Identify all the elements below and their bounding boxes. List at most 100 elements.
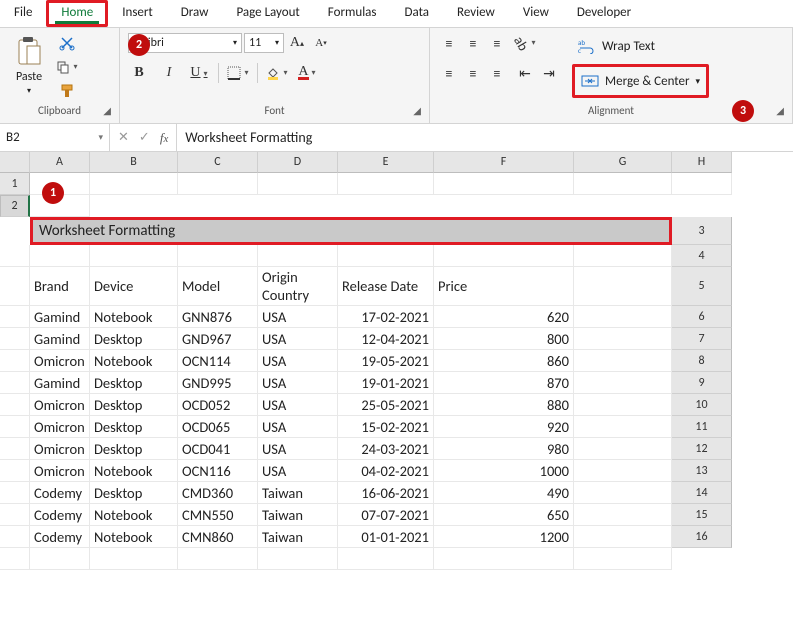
- cell[interactable]: Notebook: [90, 306, 178, 328]
- cell[interactable]: USA: [258, 460, 338, 482]
- cell[interactable]: [258, 245, 338, 267]
- cell[interactable]: OCN116: [178, 460, 258, 482]
- cell[interactable]: [0, 548, 30, 570]
- cell[interactable]: [90, 173, 178, 195]
- cell[interactable]: [574, 173, 672, 195]
- cell[interactable]: 620: [434, 306, 574, 328]
- cell[interactable]: [90, 548, 178, 570]
- cell[interactable]: [0, 328, 30, 350]
- cell[interactable]: 490: [434, 482, 574, 504]
- align-bottom-button[interactable]: ≡: [486, 32, 508, 54]
- cell[interactable]: 870: [434, 372, 574, 394]
- cell[interactable]: Release Date: [338, 267, 434, 306]
- decrease-indent-button[interactable]: ⇤: [514, 62, 536, 84]
- cell[interactable]: Taiwan: [258, 482, 338, 504]
- cell[interactable]: Taiwan: [258, 504, 338, 526]
- cell[interactable]: [0, 372, 30, 394]
- row-header-5[interactable]: 5: [672, 267, 732, 306]
- cell[interactable]: [338, 245, 434, 267]
- cell[interactable]: Notebook: [90, 504, 178, 526]
- cell[interactable]: USA: [258, 306, 338, 328]
- col-header-A[interactable]: A: [30, 152, 90, 173]
- cell[interactable]: [672, 173, 732, 195]
- title-merged-cell[interactable]: Worksheet Formatting: [30, 217, 672, 245]
- cell[interactable]: [30, 245, 90, 267]
- cell[interactable]: Notebook: [90, 460, 178, 482]
- cell[interactable]: [574, 245, 672, 267]
- cell[interactable]: 07-07-2021: [338, 504, 434, 526]
- cell[interactable]: [434, 173, 574, 195]
- formula-input[interactable]: Worksheet Formatting: [177, 124, 793, 151]
- cell[interactable]: Codemy: [30, 526, 90, 548]
- cell[interactable]: Gamind: [30, 372, 90, 394]
- row-header-13[interactable]: 13: [672, 460, 732, 482]
- cell[interactable]: 880: [434, 394, 574, 416]
- cell[interactable]: 24-03-2021: [338, 438, 434, 460]
- cell[interactable]: Codemy: [30, 482, 90, 504]
- tab-page-layout[interactable]: Page Layout: [222, 0, 313, 27]
- cell[interactable]: [574, 460, 672, 482]
- col-header-B[interactable]: B: [90, 152, 178, 173]
- cell[interactable]: [574, 416, 672, 438]
- cell[interactable]: CMD360: [178, 482, 258, 504]
- cell[interactable]: 15-02-2021: [338, 416, 434, 438]
- cell[interactable]: Desktop: [90, 372, 178, 394]
- cell[interactable]: [574, 328, 672, 350]
- cell[interactable]: USA: [258, 350, 338, 372]
- cell[interactable]: Brand: [30, 267, 90, 306]
- wrap-text-button[interactable]: abc Wrap Text: [572, 32, 709, 60]
- cell[interactable]: Notebook: [90, 350, 178, 372]
- select-all-corner[interactable]: [0, 152, 30, 173]
- cell[interactable]: [0, 245, 30, 267]
- cell[interactable]: [258, 548, 338, 570]
- cell[interactable]: Omicron: [30, 416, 90, 438]
- copy-button[interactable]: [56, 56, 78, 78]
- col-header-G[interactable]: G: [574, 152, 672, 173]
- tab-home[interactable]: Home: [46, 0, 108, 27]
- cell[interactable]: [434, 245, 574, 267]
- cell[interactable]: 04-02-2021: [338, 460, 434, 482]
- tab-developer[interactable]: Developer: [563, 0, 645, 27]
- cell[interactable]: [258, 173, 338, 195]
- cell[interactable]: [574, 482, 672, 504]
- col-header-H[interactable]: H: [672, 152, 732, 173]
- cell[interactable]: [0, 438, 30, 460]
- col-header-C[interactable]: C: [178, 152, 258, 173]
- font-size-select[interactable]: 11▾: [244, 33, 284, 53]
- dialog-launcher-icon[interactable]: ◢: [413, 104, 421, 117]
- row-header-4[interactable]: 4: [672, 245, 732, 267]
- bold-button[interactable]: B: [128, 62, 150, 84]
- cell[interactable]: OCD052: [178, 394, 258, 416]
- row-header-3[interactable]: 3: [672, 217, 732, 245]
- cell[interactable]: Origin Country: [258, 267, 338, 306]
- cell[interactable]: Model: [178, 267, 258, 306]
- cell[interactable]: [0, 504, 30, 526]
- cell[interactable]: [0, 394, 30, 416]
- col-header-F[interactable]: F: [434, 152, 574, 173]
- cell[interactable]: 19-05-2021: [338, 350, 434, 372]
- tab-data[interactable]: Data: [391, 0, 444, 27]
- cell[interactable]: [0, 350, 30, 372]
- col-header-D[interactable]: D: [258, 152, 338, 173]
- fx-icon[interactable]: fx: [160, 130, 168, 146]
- cell[interactable]: 19-01-2021: [338, 372, 434, 394]
- cell[interactable]: [178, 245, 258, 267]
- cell[interactable]: GND995: [178, 372, 258, 394]
- fill-color-button[interactable]: [266, 62, 288, 84]
- col-header-E[interactable]: E: [338, 152, 434, 173]
- font-color-button[interactable]: A: [296, 62, 318, 84]
- cell[interactable]: Gamind: [30, 328, 90, 350]
- cell[interactable]: 12-04-2021: [338, 328, 434, 350]
- row-header-6[interactable]: 6: [672, 306, 732, 328]
- italic-button[interactable]: I: [158, 62, 180, 84]
- align-center-button[interactable]: ≡: [462, 62, 484, 84]
- tab-insert[interactable]: Insert: [108, 0, 167, 27]
- cell[interactable]: [0, 267, 30, 306]
- tab-view[interactable]: View: [509, 0, 563, 27]
- cell[interactable]: USA: [258, 416, 338, 438]
- merge-center-button[interactable]: Merge & Center ▾: [572, 64, 709, 98]
- cell[interactable]: [574, 504, 672, 526]
- row-header-1[interactable]: 1: [0, 173, 30, 195]
- cell[interactable]: [574, 267, 672, 306]
- cell[interactable]: 1200: [434, 526, 574, 548]
